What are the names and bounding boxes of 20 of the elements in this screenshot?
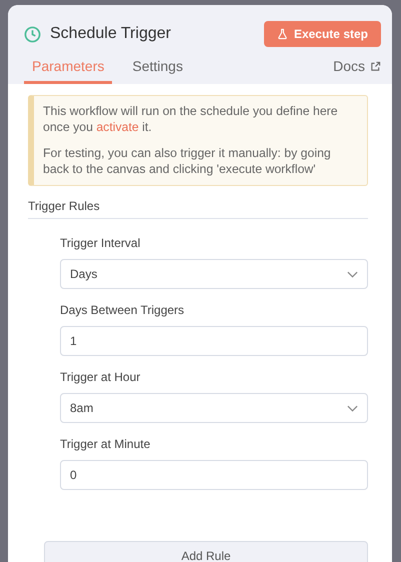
chevron-down-icon <box>347 270 358 278</box>
notice-text: This workflow will run on the schedule you define here once you activate it. <box>43 103 339 135</box>
input-field[interactable]: 1 <box>60 326 368 356</box>
section-title: Trigger Rules <box>28 199 368 219</box>
flask-icon <box>276 28 288 40</box>
field-label: Trigger Interval <box>60 236 142 250</box>
select-field[interactable]: Days <box>60 259 368 289</box>
chevron-down-icon <box>347 404 358 412</box>
node-title: Schedule Trigger <box>50 25 171 43</box>
field-label: Trigger at Hour <box>60 370 142 384</box>
field-label: Trigger at Minute <box>60 437 152 451</box>
external-link-icon <box>370 60 381 72</box>
add-rule-button[interactable]: Add Rule <box>44 541 368 562</box>
field-label: Days Between Triggers <box>60 303 186 317</box>
docs-link[interactable]: Docs <box>333 58 381 84</box>
select-field[interactable]: 8am <box>60 393 368 423</box>
input-field[interactable]: 0 <box>60 460 368 490</box>
notice-text: For testing, you can also trigger it manually: by going back to the canvas and clicking 'execute workflow' <box>43 145 332 177</box>
tab[interactable]: Settings <box>124 58 191 84</box>
clock-icon <box>24 26 41 42</box>
